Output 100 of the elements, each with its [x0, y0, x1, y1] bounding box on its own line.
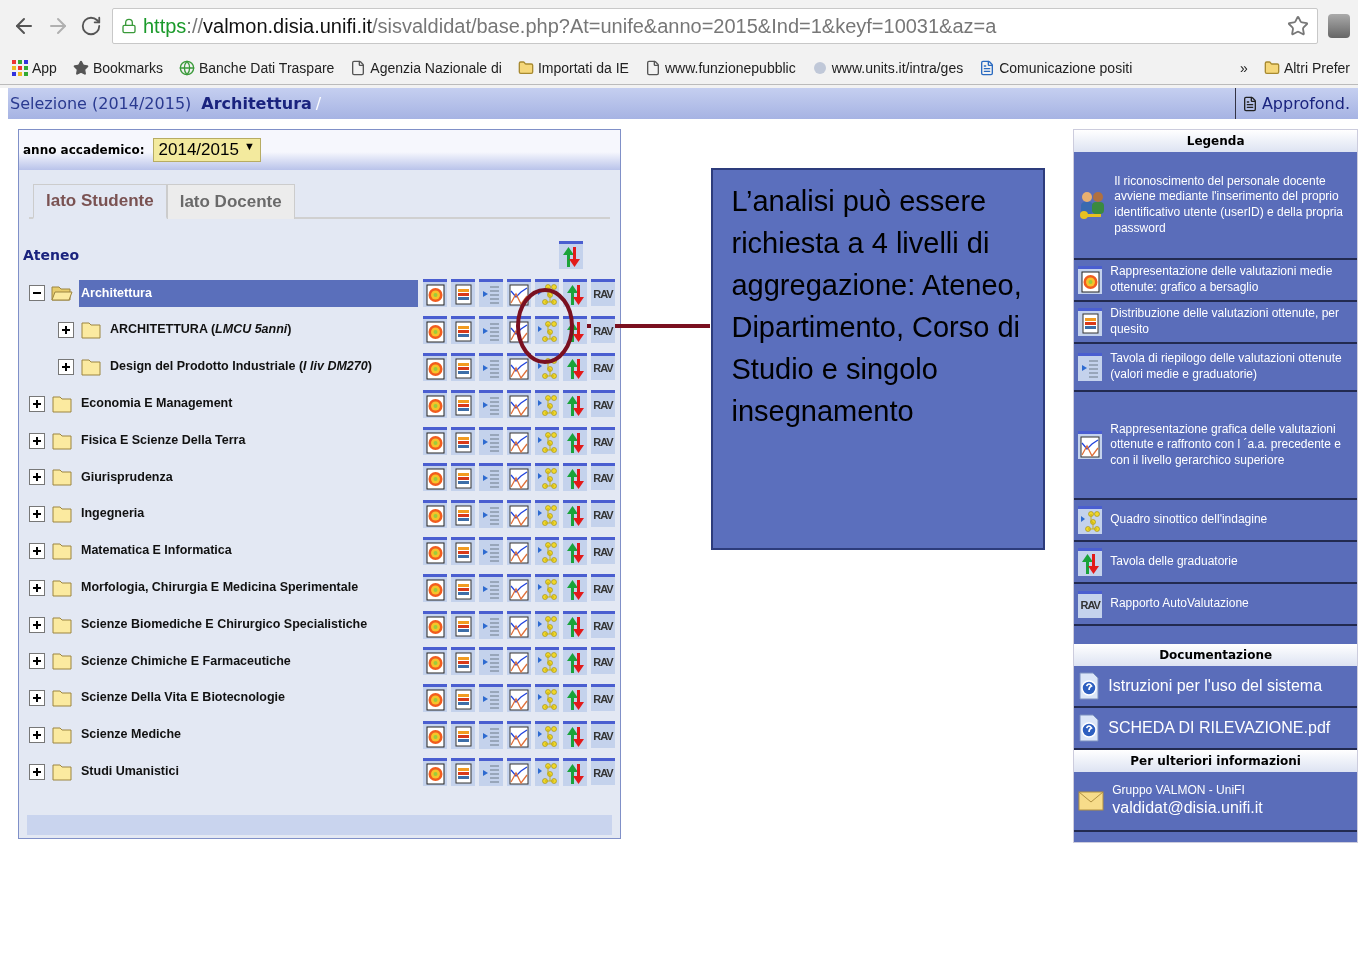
ranking-arrows-icon[interactable]	[563, 389, 587, 418]
tree-item[interactable]: Ingegneria	[79, 500, 418, 528]
bar-chart-icon[interactable]	[451, 426, 475, 455]
bar-chart-icon[interactable]	[451, 463, 475, 492]
bookmark-link[interactable]: www.units.it/intra/ges	[811, 60, 964, 76]
ranking-arrows-icon[interactable]	[563, 684, 587, 713]
rav-icon[interactable]: RAV	[591, 353, 615, 380]
line-chart-icon[interactable]	[507, 610, 531, 639]
list-icon[interactable]	[479, 720, 503, 749]
rav-icon[interactable]: RAV	[591, 463, 615, 491]
tree-item[interactable]: Studi Umanistici	[79, 757, 418, 786]
tree-item[interactable]: Design del Prodotto Industriale (I liv DM270)	[108, 353, 418, 381]
tree-item[interactable]: Architettura	[79, 279, 418, 308]
bookmark-link[interactable]: Bookmarks	[72, 60, 163, 76]
expand-toggle[interactable]	[58, 322, 74, 339]
ranking-arrows-icon[interactable]	[563, 647, 587, 676]
list-icon[interactable]	[479, 647, 503, 676]
expand-toggle[interactable]	[29, 469, 45, 486]
line-chart-icon[interactable]	[507, 463, 531, 492]
list-icon[interactable]	[479, 757, 503, 786]
target-chart-icon[interactable]	[423, 720, 447, 749]
list-icon[interactable]	[479, 279, 503, 308]
tree-item[interactable]: Matematica E Informatica	[79, 537, 418, 565]
diagram-icon[interactable]	[535, 610, 559, 639]
tab[interactable]: lato Studente	[33, 184, 167, 219]
details-link[interactable]: Approfond.	[1234, 88, 1358, 119]
bar-chart-icon[interactable]	[451, 389, 475, 418]
ranking-arrows-icon[interactable]	[563, 426, 587, 455]
target-chart-icon[interactable]	[423, 610, 447, 639]
line-chart-icon[interactable]	[507, 647, 531, 676]
rav-icon[interactable]: RAV	[591, 573, 615, 601]
line-chart-icon[interactable]	[507, 536, 531, 565]
bar-chart-icon[interactable]	[451, 684, 475, 713]
bookmark-folder[interactable]: Altri Prefer	[1263, 60, 1350, 76]
diagram-icon[interactable]	[535, 647, 559, 676]
bar-chart-icon[interactable]	[1078, 308, 1103, 336]
list-icon[interactable]	[479, 536, 503, 565]
diagram-icon[interactable]	[1078, 506, 1103, 534]
target-chart-icon[interactable]	[423, 426, 447, 455]
tree-item[interactable]: Morfologia, Chirurgia E Medicina Sperimentale	[79, 573, 418, 602]
target-chart-icon[interactable]	[423, 757, 447, 786]
tree-item[interactable]: ARCHITETTURA (LMCU 5anni)	[108, 316, 418, 344]
rav-icon[interactable]: RAV	[591, 316, 615, 344]
expand-toggle[interactable]	[29, 726, 45, 743]
ranking-arrows-icon[interactable]	[563, 757, 587, 786]
diagram-icon[interactable]	[535, 684, 559, 713]
ranking-arrows-icon[interactable]	[559, 241, 583, 269]
rav-icon[interactable]: RAV	[591, 500, 615, 528]
ranking-arrows-icon[interactable]	[563, 536, 587, 565]
tree-item[interactable]: Scienze Chimiche E Farmaceutiche	[79, 647, 418, 676]
diagram-icon[interactable]	[535, 500, 559, 529]
bar-chart-icon[interactable]	[451, 536, 475, 565]
more-bookmarks-button[interactable]: »	[1240, 60, 1248, 76]
tree-item[interactable]: Giurisprudenza	[79, 463, 418, 492]
bar-chart-icon[interactable]	[451, 757, 475, 786]
breadcrumb-link[interactable]: Architettura	[201, 94, 312, 113]
line-chart-icon[interactable]	[1078, 431, 1103, 459]
ranking-arrows-icon[interactable]	[563, 353, 587, 381]
diagram-icon[interactable]	[535, 757, 559, 786]
contact-link[interactable]: Gruppo VALMON - UniFI valdidat@disia.unifi.it	[1074, 772, 1357, 832]
expand-toggle[interactable]	[29, 579, 45, 596]
expand-toggle[interactable]	[29, 395, 45, 412]
list-icon[interactable]	[479, 353, 503, 381]
rav-icon[interactable]: RAV	[591, 647, 615, 675]
collapse-toggle[interactable]	[29, 285, 45, 302]
line-chart-icon[interactable]	[507, 757, 531, 786]
line-chart-icon[interactable]	[507, 426, 531, 455]
diagram-icon[interactable]	[535, 389, 559, 418]
diagram-icon[interactable]	[535, 573, 559, 602]
ranking-arrows-icon[interactable]	[563, 720, 587, 749]
address-bar[interactable]: https://valmon.disia.unifi.it/sisvaldidat/base.php?At=unife&anno=2015&Ind=1&keyf=10031&az=a	[112, 8, 1318, 44]
target-chart-icon[interactable]	[423, 353, 447, 381]
bar-chart-icon[interactable]	[451, 316, 475, 345]
expand-toggle[interactable]	[29, 506, 45, 523]
ranking-arrows-icon[interactable]	[563, 573, 587, 602]
expand-toggle[interactable]	[29, 653, 45, 670]
rav-icon[interactable]: RAV	[591, 389, 615, 417]
bar-chart-icon[interactable]	[451, 610, 475, 639]
ranking-arrows-icon[interactable]	[563, 279, 587, 308]
expand-toggle[interactable]	[29, 690, 45, 707]
ranking-arrows-icon[interactable]	[563, 463, 587, 492]
rav-icon[interactable]: RAV	[591, 610, 615, 638]
target-chart-icon[interactable]	[423, 463, 447, 492]
document-link[interactable]: Istruzioni per l'uso del sistema	[1074, 666, 1357, 708]
line-chart-icon[interactable]	[507, 573, 531, 602]
line-chart-icon[interactable]	[507, 389, 531, 418]
rav-icon[interactable]: RAV	[591, 684, 615, 712]
target-chart-icon[interactable]	[423, 279, 447, 308]
target-chart-icon[interactable]	[423, 647, 447, 676]
expand-toggle[interactable]	[29, 542, 45, 559]
tree-item[interactable]: Scienze Mediche	[79, 721, 418, 749]
list-icon[interactable]	[1078, 353, 1103, 381]
rav-icon[interactable]: RAV	[591, 536, 615, 564]
list-icon[interactable]	[479, 463, 503, 492]
list-icon[interactable]	[479, 316, 503, 345]
target-chart-icon[interactable]	[1078, 266, 1103, 294]
rav-icon[interactable]: RAV	[591, 279, 615, 307]
diagram-icon[interactable]	[535, 720, 559, 749]
target-chart-icon[interactable]	[423, 684, 447, 713]
bookmark-link[interactable]: Banche Dati Traspare	[178, 60, 335, 76]
